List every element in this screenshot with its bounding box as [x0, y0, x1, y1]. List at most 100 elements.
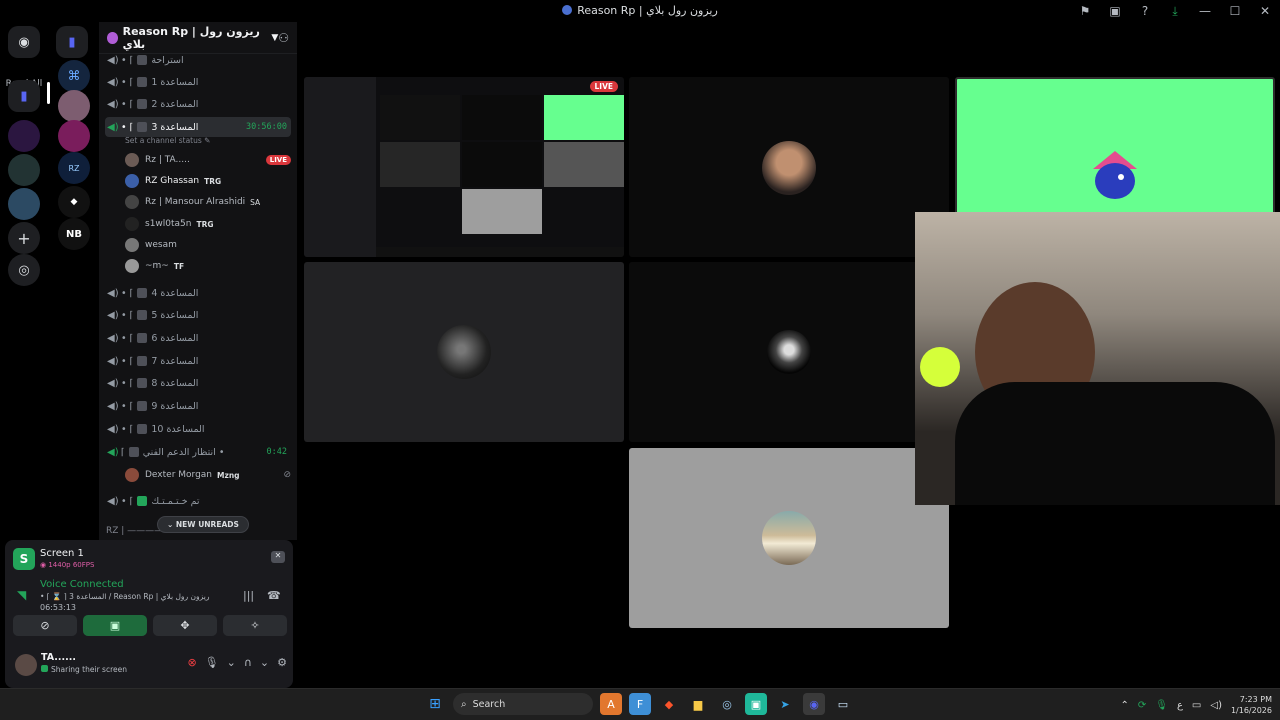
- add-member-icon[interactable]: ⚇: [278, 31, 289, 45]
- f-app-icon[interactable]: F: [629, 693, 651, 715]
- nested-grey-tile: [462, 189, 542, 234]
- voice-member[interactable]: s1wl0ta5n TRG: [125, 214, 291, 234]
- window-app-icon[interactable]: ▭: [832, 693, 854, 715]
- folder-icon[interactable]: ▮: [56, 26, 88, 58]
- help-icon[interactable]: ?: [1130, 4, 1160, 18]
- voice-member[interactable]: wesam: [125, 235, 291, 255]
- webcam-overlay[interactable]: [915, 212, 1280, 505]
- controller-icon[interactable]: ⊗: [187, 656, 196, 669]
- clock[interactable]: 7:23 PM 1/16/2026: [1231, 694, 1272, 716]
- folder-icon[interactable]: ▮: [8, 80, 40, 112]
- flag-icon[interactable]: ⚑: [1070, 4, 1100, 18]
- voice-channel[interactable]: ◀) • ⌈ المساعدة 2: [105, 94, 291, 114]
- language-indicator[interactable]: ع: [1177, 700, 1183, 711]
- new-unreads-button[interactable]: ⌄ NEW UNREADS: [157, 516, 249, 533]
- soundboard-button[interactable]: ✧: [223, 615, 287, 636]
- status-dot-icon: [41, 665, 48, 672]
- category-partial[interactable]: RZ | ————: [106, 526, 163, 536]
- stream-card[interactable]: S Screen 1 ◉ 1440p 60FPS ✕: [13, 546, 287, 574]
- voice-member[interactable]: Rz | Mansour Alrashidi SA: [125, 192, 291, 212]
- server-reason-icon[interactable]: ⌘: [58, 60, 90, 92]
- close-button[interactable]: ✕: [1250, 4, 1280, 18]
- voice-channel-active[interactable]: ◀) • ⌈ المساعدة 3 30:56:00: [105, 117, 291, 137]
- voice-member[interactable]: Rz | TA..... LIVE: [125, 150, 291, 170]
- microphone-foam: [920, 347, 960, 387]
- user-status: Sharing their screen: [41, 665, 127, 674]
- voice-channel[interactable]: ◀) • ⌈ المساعدة 1: [105, 72, 291, 92]
- avatar: [437, 325, 491, 379]
- voice-status[interactable]: Voice Connected: [40, 579, 124, 590]
- minimize-button[interactable]: —: [1190, 4, 1220, 18]
- voice-channel[interactable]: ◀) ⌈ انتظار الدعم الفني • 0:42: [105, 442, 291, 462]
- sync-icon[interactable]: ⟳: [1138, 700, 1146, 711]
- voice-channel[interactable]: ◀) • ⌈ المساعدة 10: [105, 419, 291, 439]
- voice-channel[interactable]: ◀) • ⌈ المساعدة 6: [105, 328, 291, 348]
- inbox-icon[interactable]: ▣: [1100, 4, 1130, 18]
- participant-tile[interactable]: [304, 262, 624, 442]
- telegram-icon[interactable]: ➤: [774, 693, 796, 715]
- channel-status-prompt[interactable]: Set a channel status ✎: [125, 136, 210, 145]
- microphone-icon[interactable]: 🎙︎: [205, 656, 219, 669]
- voice-channel[interactable]: ◀) • ⌈ المساعدة 7: [105, 351, 291, 371]
- voice-channel[interactable]: ◀) • ⌈ تم خـتـمـتـك: [105, 491, 291, 511]
- screen-share-button[interactable]: ▣: [83, 615, 147, 636]
- voice-member[interactable]: RZ Ghassan TRG: [125, 171, 291, 191]
- server-nb-icon[interactable]: NB: [58, 218, 90, 250]
- signal-icon[interactable]: ◥: [17, 588, 26, 602]
- screen-share-tile[interactable]: LIVE: [304, 77, 624, 257]
- disconnect-icon[interactable]: ☎: [267, 589, 281, 602]
- maple-app-icon[interactable]: A: [600, 693, 622, 715]
- voice-channel[interactable]: ◀) • ⌈ المساعدة 5: [105, 305, 291, 325]
- user-name[interactable]: TA......: [41, 652, 76, 663]
- mic-tray-icon[interactable]: 🎙︎: [1155, 700, 1168, 711]
- discord-home-icon[interactable]: ◉: [8, 26, 40, 58]
- nested-avatar-tile: [462, 95, 542, 140]
- hourglass-icon: [137, 356, 148, 366]
- file-explorer-icon[interactable]: ▆: [687, 693, 709, 715]
- voice-channel[interactable]: ◀) • ⌈ المساعدة 9: [105, 396, 291, 416]
- server-bw-icon[interactable]: ◆: [58, 186, 90, 218]
- network-icon[interactable]: ▭: [1192, 700, 1201, 711]
- activities-button[interactable]: ✥: [153, 615, 217, 636]
- chevron-down-icon[interactable]: ⌄: [260, 656, 269, 669]
- brave-icon[interactable]: ◆: [658, 693, 680, 715]
- volume-icon[interactable]: ◁): [1210, 700, 1222, 711]
- participant-tile[interactable]: [629, 262, 949, 442]
- headphones-icon[interactable]: ∩: [244, 656, 252, 669]
- noise-suppression-icon[interactable]: |||: [243, 589, 254, 602]
- discover-icon[interactable]: ◎: [8, 254, 40, 286]
- chevron-up-icon[interactable]: ⌃: [1120, 700, 1128, 711]
- camera-off-button[interactable]: ⊘: [13, 615, 77, 636]
- gear-icon[interactable]: ⚙: [277, 656, 287, 669]
- add-server-icon[interactable]: +: [8, 222, 40, 254]
- chevron-down-icon[interactable]: ⌄: [227, 656, 236, 669]
- windows-start-icon[interactable]: ⊞: [424, 693, 446, 715]
- avatar[interactable]: [15, 654, 37, 676]
- voice-channel[interactable]: ◀) • ⌈ المساعدة 4: [105, 283, 291, 303]
- discord-taskbar-icon[interactable]: ◉: [803, 693, 825, 715]
- voice-path[interactable]: • ⌈ ⌛ ⌉ المساعدة 3 / Reason Rp | ريزون ر…: [40, 592, 210, 601]
- hourglass-icon: [137, 99, 148, 109]
- download-icon[interactable]: ⤓: [1160, 4, 1190, 19]
- server-reason-city-icon[interactable]: RZ: [58, 152, 90, 184]
- voice-channel[interactable]: ◀) • ⌈ استراحة: [105, 50, 291, 70]
- server-blue-icon[interactable]: [8, 188, 40, 220]
- voice-channel[interactable]: ◀) • ⌈ المساعدة 8: [105, 373, 291, 393]
- voice-member[interactable]: Dexter Morgan Mzng ⊘: [125, 465, 291, 485]
- server-neon-icon[interactable]: [8, 120, 40, 152]
- android-app-icon[interactable]: ▣: [745, 693, 767, 715]
- voice-member[interactable]: ~m~ TF: [125, 256, 291, 276]
- server-avatar-icon[interactable]: [58, 90, 90, 122]
- channel-prefix: • ⌈: [121, 400, 134, 412]
- user-bar: TA...... Sharing their screen ⊗ 🎙︎ ⌄ ∩ ⌄…: [13, 651, 287, 679]
- server-pink-icon[interactable]: [58, 120, 90, 152]
- taskbar-search[interactable]: ⌕ Search: [453, 693, 593, 715]
- participant-tile[interactable]: [955, 77, 1275, 222]
- server-dark-icon[interactable]: [8, 154, 40, 186]
- steam-icon[interactable]: ◎: [716, 693, 738, 715]
- participant-tile[interactable]: [629, 448, 949, 628]
- check-icon: [137, 496, 148, 506]
- participant-tile[interactable]: [629, 77, 949, 257]
- maximize-button[interactable]: ☐: [1220, 4, 1250, 18]
- stop-stream-icon[interactable]: ✕: [271, 551, 285, 563]
